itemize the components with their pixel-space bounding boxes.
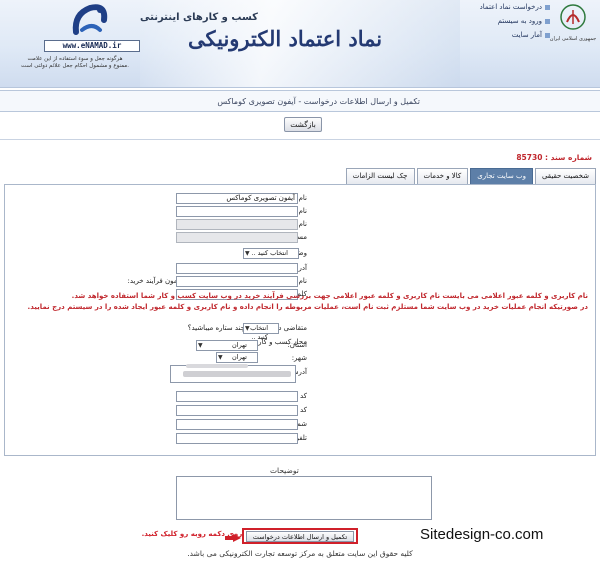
tab-commercial-website[interactable]: وب سایت تجاری xyxy=(470,168,533,184)
toplink-label: ورود به سیستم xyxy=(497,17,542,25)
postal-code-field[interactable] xyxy=(176,391,298,402)
redacted-address xyxy=(183,371,291,377)
enamad-url: www.eNAMAD.ir xyxy=(44,40,140,52)
city-value: تهران xyxy=(232,353,247,361)
business-name-field[interactable]: آیفون تصویری کوماکس xyxy=(176,193,298,204)
breadcrumb: تکمیل و ارسال اطلاعات درخواست - آیفون تص… xyxy=(217,97,420,106)
phone-field[interactable] xyxy=(176,419,298,430)
tab-requirements-checklist[interactable]: چک لیست الزامات xyxy=(345,168,415,184)
enamad-logo-icon xyxy=(72,4,108,35)
city-select[interactable]: ▼ تهران xyxy=(216,352,258,363)
registration-warning: در صورتیکه انجام عملیات خرید در وب سایت … xyxy=(27,303,588,311)
site-banner: www.eNAMAD.ir هرگونه جعل و سوء استفاده ا… xyxy=(0,0,600,88)
chevron-down-icon: ▼ xyxy=(245,325,250,332)
redacted-address-line xyxy=(186,364,248,368)
seal-caption: جمهوری اسلامی ایران xyxy=(549,36,597,42)
footer-copyright: کلیه حقوق این سایت متعلق به مرکز توسعه ت… xyxy=(187,549,413,558)
address-label: آدرس: xyxy=(288,368,307,376)
toplink-stats[interactable]: آمار سایت xyxy=(478,28,550,42)
english-name-field[interactable] xyxy=(176,206,298,217)
brand-title: نماد اعتماد الکترونیکی xyxy=(188,26,383,51)
english-name-label: نام انگلیسی کسب و کار: xyxy=(234,207,307,215)
mobile-label: تلفن همراه رابط: xyxy=(256,434,307,442)
enamad-logo[interactable]: www.eNAMAD.ir xyxy=(40,2,140,54)
test-username-field[interactable] xyxy=(176,276,298,287)
province-select[interactable]: ▼ تهران xyxy=(196,340,258,351)
watermark: Sitedesign-co.com xyxy=(420,526,544,543)
tab-natural-person[interactable]: شخصیت حقیقی xyxy=(534,168,596,184)
area-code-label: کد تلفن ثابت: xyxy=(267,406,307,414)
business-name-label: نام کسب و کار: xyxy=(261,194,307,202)
property-status-select[interactable]: ▼ انتخاب کنید .. xyxy=(243,248,299,259)
submit-highlight: تکمیل و ارسال اطلاعات درخواست xyxy=(242,528,358,544)
city-label: شهر: xyxy=(291,354,307,362)
postal-code-label: کد پستی ده رقمی (بدون فاصله): xyxy=(210,392,307,400)
description-label: توضیحات xyxy=(270,466,299,475)
description-field[interactable] xyxy=(176,476,432,520)
area-code-field[interactable] xyxy=(176,405,298,416)
mobile-field[interactable] xyxy=(176,433,298,444)
province-value: تهران xyxy=(232,341,247,349)
document-number: شماره سند : 85730 xyxy=(516,153,592,162)
top-links: درخواست نماد اعتماد ورود به سیستم آمار س… xyxy=(478,0,550,42)
bullet-icon xyxy=(545,4,550,10)
toplink-request[interactable]: درخواست نماد اعتماد xyxy=(478,0,550,14)
divider xyxy=(0,139,600,140)
province-label: استان: xyxy=(287,341,307,349)
property-status-value: انتخاب کنید .. xyxy=(251,249,288,257)
domain-field xyxy=(176,219,298,230)
email-label: آدرس پست الکترونیکی ( email ): xyxy=(206,264,307,272)
toplink-label: درخواست نماد اعتماد xyxy=(479,3,542,11)
arrow-head-icon xyxy=(233,534,241,542)
property-status-label: وضعیت ملک: xyxy=(268,249,307,257)
submit-button[interactable]: تکمیل و ارسال اطلاعات درخواست xyxy=(246,531,354,542)
stars-label: متقاضی دریافت نماد چند ستاره میباشید؟ xyxy=(187,324,307,332)
email-field[interactable] xyxy=(176,263,298,274)
toplink-label: آمار سایت xyxy=(511,31,542,39)
domain-label: نام دامنه وب سایت (Domain Name): xyxy=(190,220,307,228)
phone-label: شماره تلفن ثابت: xyxy=(255,420,307,428)
chevron-down-icon: ▼ xyxy=(245,250,250,257)
subpath-field xyxy=(176,232,298,243)
chevron-down-icon: ▼ xyxy=(198,342,203,349)
banner-slogan: کسب و کارهای اینترنتی xyxy=(140,12,258,23)
tab-strip: شخصیت حقیقی وب سایت تجاری کالا و خدمات چ… xyxy=(345,168,596,184)
back-button[interactable]: بازگشت xyxy=(284,117,322,132)
test-username-label: نام کاربری جهت ورود به وب سایت شما و آزم… xyxy=(127,277,307,285)
tab-goods-services[interactable]: کالا و خدمات xyxy=(416,168,469,184)
subpath-label: مسیر فرعی فروشگاه در وب سایت: xyxy=(201,233,307,241)
toplink-login[interactable]: ورود به سیستم xyxy=(478,14,550,28)
credentials-warning: نام کاربری و کلمه عبور اعلامی می بایست ن… xyxy=(71,292,588,300)
logo-legal-note: هرگونه جعل و سوء استفاده از این علامت مم… xyxy=(20,56,129,69)
breadcrumb-bar: تکمیل و ارسال اطلاعات درخواست - آیفون تص… xyxy=(0,90,600,112)
government-seal-icon xyxy=(560,4,586,30)
bullet-icon xyxy=(545,18,550,24)
stars-select[interactable]: ▼ انتخاب کنید .. xyxy=(243,323,279,341)
chevron-down-icon: ▼ xyxy=(218,354,223,361)
